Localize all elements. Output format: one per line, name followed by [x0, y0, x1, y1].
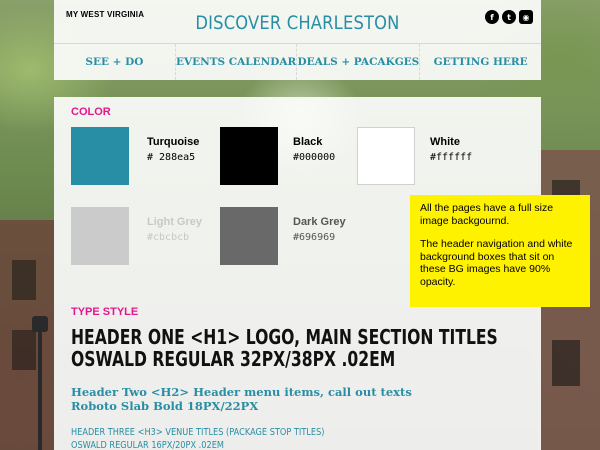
nav-item-getting-here[interactable]: GETTING HERE [420, 44, 541, 80]
h3-sample-line-1: HEADER THREE <H3> VENUE TITLES (PACKAGE … [71, 427, 325, 438]
h1-sample-line-1: HEADER ONE <H1> LOGO, MAIN SECTION TITLE… [71, 325, 498, 349]
h2-sample-line-1: Header Two <H2> Header menu items, call … [71, 385, 412, 399]
social-links: f t ◉ [485, 10, 533, 24]
swatch-hex: # 288ea5 [147, 152, 196, 163]
note-paragraph-1: All the pages have a full size image bac… [420, 202, 554, 227]
nav-item-see-do[interactable]: SEE + DO [54, 44, 176, 80]
background-building-left [0, 220, 55, 450]
nav-item-deals-packages[interactable]: DEALS + PACAKGES [297, 44, 421, 80]
swatch-name: Light Grey [147, 216, 203, 228]
swatch-white [357, 127, 415, 185]
twitter-icon[interactable]: t [502, 10, 516, 24]
swatch-name: Turquoise [147, 136, 200, 148]
facebook-icon[interactable]: f [485, 10, 499, 24]
site-logo[interactable]: DISCOVER CHARLESTON [88, 12, 507, 34]
swatch-dark-grey [220, 207, 278, 265]
h2-sample-line-2: Roboto Slab Bold 18PX/22PX [71, 399, 259, 413]
background-street-lamp [32, 316, 48, 450]
swatch-hex: #696969 [293, 232, 336, 243]
swatch-hex: #cbcbcb [147, 232, 190, 243]
swatch-turquoise [71, 127, 129, 185]
type-style-section-label: TYPE STYLE [71, 306, 139, 318]
instagram-icon[interactable]: ◉ [519, 10, 533, 24]
h3-sample-line-2: OSWALD REGULAR 16PX/20PX .02EM [71, 440, 224, 450]
nav-item-events-calendar[interactable]: EVENTS CALENDAR [176, 44, 298, 80]
swatch-hex: #ffffff [430, 152, 473, 163]
swatch-black [220, 127, 278, 185]
main-nav: SEE + DO EVENTS CALENDAR DEALS + PACAKGE… [54, 43, 541, 80]
swatch-light-grey [71, 207, 129, 265]
note-paragraph-2: The header navigation and white backgrou… [420, 238, 573, 288]
annotation-note: All the pages have a full size image bac… [410, 195, 590, 307]
h1-sample-line-2: OSWALD REGULAR 32PX/38PX .02EM [71, 347, 396, 371]
site-header: MY WEST VIRGINIA DISCOVER CHARLESTON f t… [54, 0, 541, 80]
swatch-name: Dark Grey [293, 216, 346, 228]
swatch-name: White [430, 136, 460, 148]
swatch-name: Black [293, 136, 323, 148]
color-section-label: COLOR [71, 106, 111, 118]
swatch-hex: #000000 [293, 152, 336, 163]
